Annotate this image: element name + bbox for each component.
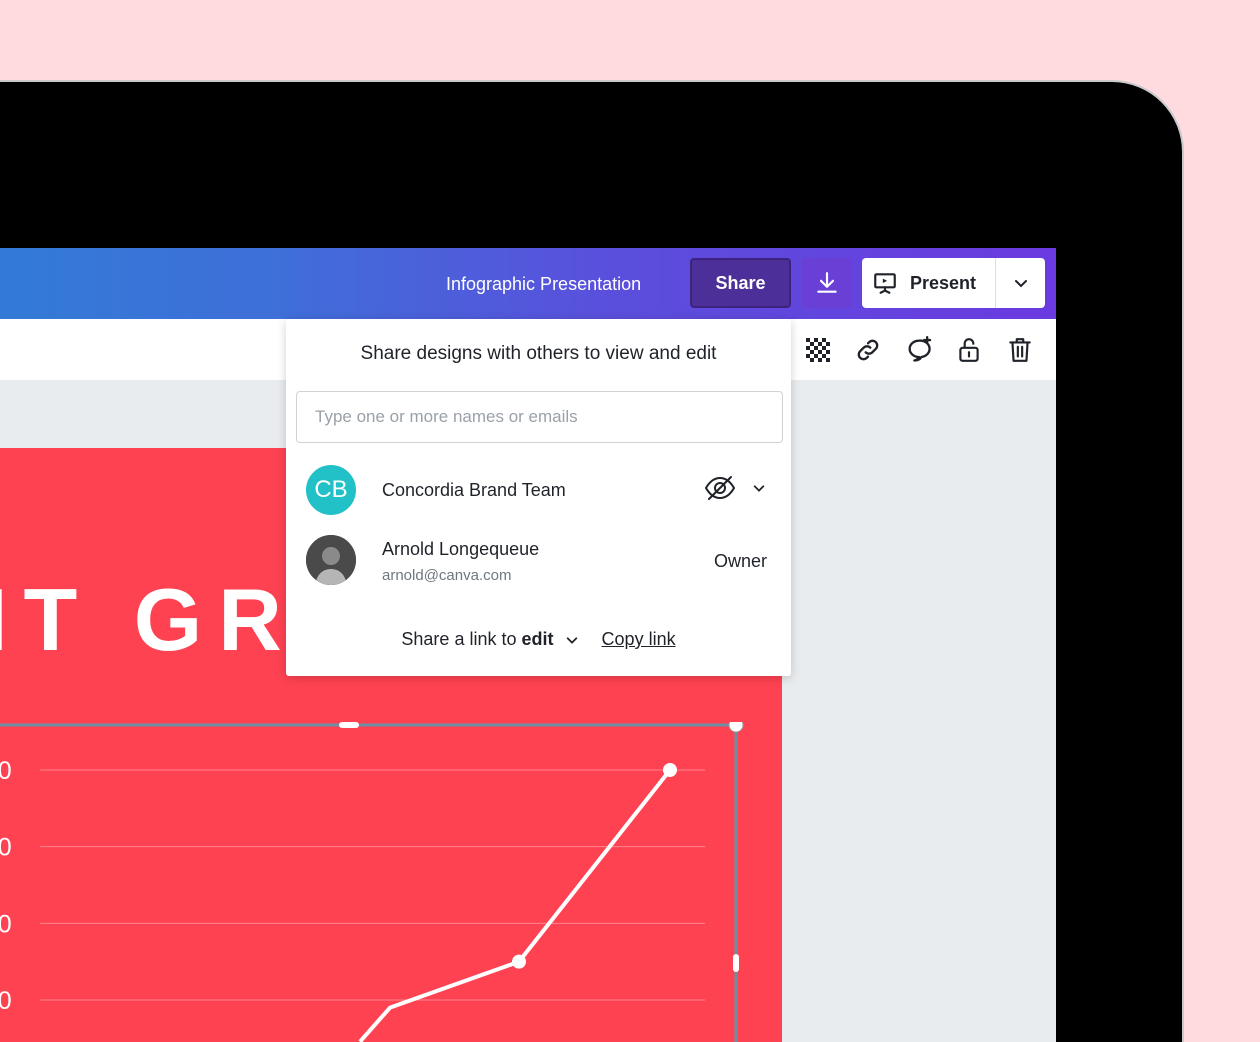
share-email-input[interactable] — [296, 391, 783, 443]
download-button[interactable] — [802, 258, 852, 308]
document-title[interactable]: Infographic Presentation — [446, 274, 641, 295]
share-popover: Share designs with others to view and ed… — [286, 319, 791, 676]
avatar: CB — [306, 465, 356, 515]
resize-handle — [728, 722, 744, 733]
present-options-button[interactable] — [995, 258, 1045, 308]
app-window: Infographic Presentation Share Present T… — [0, 248, 1056, 1042]
top-bar: Infographic Presentation Share Present — [0, 248, 1056, 319]
transparency-button[interactable] — [802, 334, 834, 366]
share-link-prefix: Share a link to — [401, 629, 517, 649]
link-mode-value: edit — [521, 629, 554, 649]
lock-button[interactable] — [953, 334, 985, 366]
transparency-icon — [806, 338, 830, 362]
line-chart[interactable]: 250 200 150 100 — [0, 722, 782, 1042]
chevron-down-icon — [566, 637, 577, 645]
member-row: CB Concordia Brand Team — [286, 465, 791, 525]
presentation-icon — [874, 273, 896, 294]
download-icon — [817, 272, 837, 293]
share-popover-title: Share designs with others to view and ed… — [360, 343, 717, 364]
resize-handle — [339, 722, 359, 728]
chevron-down-icon — [1014, 280, 1027, 288]
trash-icon — [1009, 338, 1031, 362]
share-button[interactable]: Share — [690, 258, 791, 308]
link-icon — [857, 339, 879, 361]
eye-off-icon — [704, 476, 736, 500]
member-email: arnold@canva.com — [382, 567, 512, 584]
data-point — [512, 954, 526, 969]
resize-handle — [733, 954, 739, 972]
present-label: Present — [910, 272, 977, 293]
link-button[interactable] — [852, 334, 884, 366]
chevron-down-icon — [753, 485, 765, 492]
present-button-group: Present — [862, 258, 1045, 308]
avatar — [306, 535, 356, 585]
link-mode-dropdown[interactable]: edit — [522, 629, 584, 649]
member-role: Owner — [713, 551, 767, 571]
y-tick-label: 150 — [0, 910, 12, 938]
user-photo-icon — [306, 535, 356, 585]
device-frame: Infographic Presentation Share Present T… — [0, 82, 1182, 1042]
unlock-icon — [959, 338, 979, 362]
series-line — [358, 768, 672, 1042]
member-row: Arnold Longequeue arnold@canva.com Owner — [286, 535, 791, 595]
member-name: Arnold Longequeue — [382, 539, 540, 559]
data-point — [663, 763, 677, 777]
share-link-row: Share a link to edit Copy link — [286, 629, 791, 650]
y-tick-label: 100 — [0, 987, 12, 1015]
y-tick-label: 200 — [0, 834, 12, 862]
permission-dropdown[interactable] — [704, 475, 766, 501]
present-button[interactable]: Present — [862, 258, 995, 308]
add-comment-button[interactable] — [903, 334, 935, 366]
member-name: Concordia Brand Team — [382, 480, 566, 500]
comment-add-icon — [908, 336, 932, 362]
delete-button[interactable] — [1004, 334, 1036, 366]
copy-link-button[interactable]: Copy link — [602, 629, 676, 649]
y-tick-label: 250 — [0, 757, 12, 785]
selection-frame — [0, 723, 738, 1042]
